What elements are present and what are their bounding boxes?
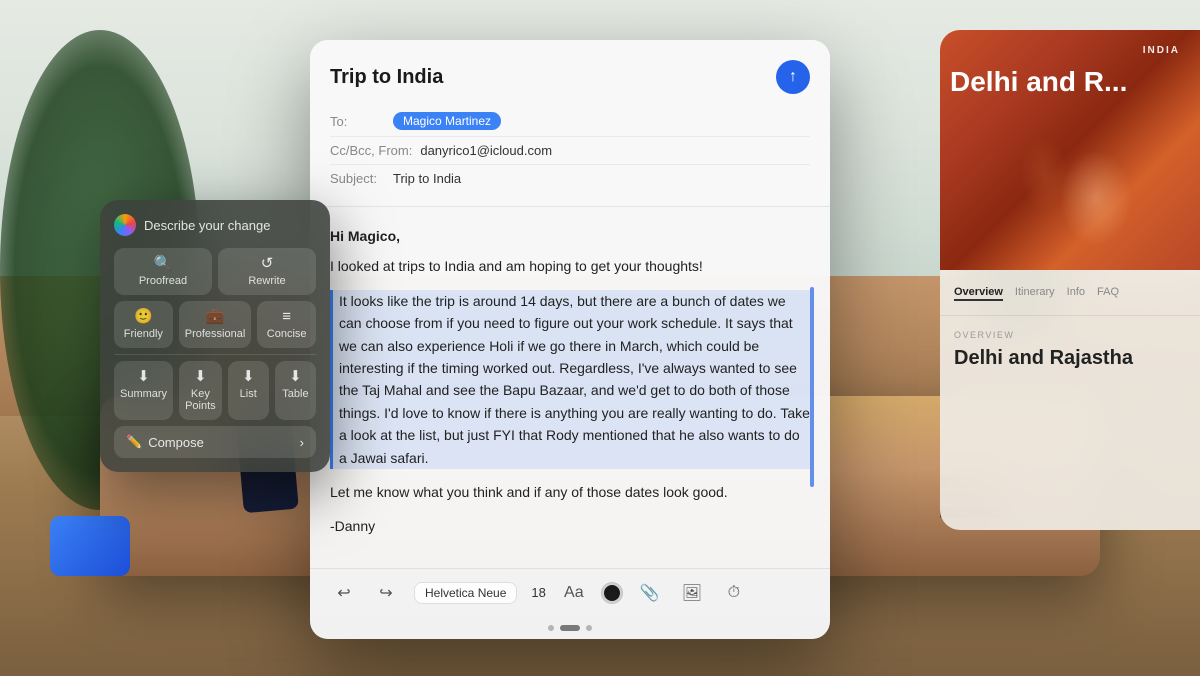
list-label: List [240, 388, 257, 400]
email-highlighted-text: It looks like the trip is around 14 days… [330, 290, 810, 469]
writing-tools-title: Describe your change [144, 218, 270, 233]
writing-tools-panel: Describe your change 🔍 Proofread ↺ Rewri… [100, 200, 330, 472]
wt-row-1: 🔍 Proofread ↺ Rewrite [114, 248, 316, 295]
email-to-label: To: [330, 114, 385, 129]
india-overview-section: OVERVIEW Delhi and Rajastha [940, 316, 1200, 384]
professional-label: Professional [185, 328, 246, 340]
text-selection-handle [810, 287, 814, 487]
summary-label: Summary [120, 388, 167, 400]
proofread-icon: 🔍 [154, 256, 173, 271]
concise-button[interactable]: ≡ Concise [257, 301, 316, 348]
proofread-label: Proofread [139, 275, 187, 287]
writing-tools-header: Describe your change [114, 214, 316, 236]
wt-row-3: ⬇ Summary ⬇ Key Points ⬇ List ⬇ Table [114, 361, 316, 420]
india-nav-info[interactable]: Info [1067, 284, 1085, 301]
sparkle-icon [114, 214, 136, 236]
send-icon: ↑ [789, 68, 797, 86]
email-recipient-chip[interactable]: Magico Martinez [393, 112, 501, 130]
font-selector[interactable]: Helvetica Neue [414, 582, 517, 604]
friendly-icon: 🙂 [134, 309, 153, 324]
email-from-value: danyrico1@icloud.com [420, 143, 552, 158]
email-greeting: Hi Magico, [330, 225, 810, 247]
email-subject-value: Trip to India [393, 171, 461, 186]
page-dot-2 [560, 625, 580, 631]
email-header: Trip to India ↑ To: Magico Martinez Cc/B… [310, 40, 830, 207]
email-title: Trip to India [330, 66, 443, 89]
rewrite-label: Rewrite [248, 275, 285, 287]
page-indicator [310, 617, 830, 639]
email-signature: -Danny [330, 515, 810, 537]
undo-button[interactable]: ↩ [330, 579, 358, 607]
photo-icon: 🖼 [682, 583, 702, 603]
table-icon: ⬇ [289, 369, 302, 384]
compose-pencil-icon: ✏️ [126, 434, 142, 450]
page-dot-3 [586, 625, 592, 631]
format-button[interactable]: Aa [560, 579, 588, 607]
keypoints-icon: ⬇ [194, 369, 207, 384]
rewrite-button[interactable]: ↺ Rewrite [218, 248, 316, 295]
keypoints-button[interactable]: ⬇ Key Points [179, 361, 222, 420]
email-compose-window: Trip to India ↑ To: Magico Martinez Cc/B… [310, 40, 830, 639]
compose-chevron-icon: › [300, 435, 304, 450]
list-icon: ⬇ [242, 369, 255, 384]
table-label: Table [282, 388, 308, 400]
color-picker-button[interactable] [602, 583, 622, 603]
india-nav-itinerary[interactable]: Itinerary [1015, 284, 1055, 301]
india-nav-overview[interactable]: Overview [954, 284, 1003, 301]
email-intro: I looked at trips to India and am hoping… [330, 255, 810, 277]
professional-icon: 💼 [206, 309, 225, 324]
email-ccbcc-field: Cc/Bcc, From: danyrico1@icloud.com [330, 137, 810, 165]
font-size-selector[interactable]: 18 [531, 585, 545, 600]
attach-icon: 📎 [640, 583, 660, 603]
list-button[interactable]: ⬇ List [228, 361, 269, 420]
timer-button[interactable]: ⏱ [720, 579, 748, 607]
india-country-label: INDIA [1143, 45, 1180, 56]
email-subject-label: Subject: [330, 171, 385, 186]
photo-button[interactable]: 🖼 [678, 579, 706, 607]
professional-button[interactable]: 💼 Professional [179, 301, 252, 348]
concise-label: Concise [267, 328, 307, 340]
compose-btn-left: ✏️ Compose [126, 434, 204, 450]
email-subject-field: Subject: Trip to India [330, 165, 810, 192]
redo-icon: ↪ [379, 583, 392, 603]
blue-cushion [50, 516, 130, 576]
india-nav-bar: Overview Itinerary Info FAQ [940, 270, 1200, 316]
email-to-field: To: Magico Martinez [330, 106, 810, 137]
page-dot-1 [548, 625, 554, 631]
send-button[interactable]: ↑ [776, 60, 810, 94]
concise-icon: ≡ [282, 309, 291, 324]
india-panel-title: Delhi and R... [950, 65, 1190, 99]
summary-button[interactable]: ⬇ Summary [114, 361, 173, 420]
india-overview-label: OVERVIEW [954, 330, 1186, 340]
email-body[interactable]: Hi Magico, I looked at trips to India an… [310, 207, 830, 568]
compose-label: Compose [148, 435, 204, 450]
format-aa-icon: Aa [564, 584, 584, 602]
india-panel: INDIA Delhi and R... Overview Itinerary … [940, 30, 1200, 530]
india-nav-faq[interactable]: FAQ [1097, 284, 1119, 301]
email-toolbar: ↩ ↪ Helvetica Neue 18 Aa 📎 🖼 ⏱ [310, 568, 830, 617]
table-button[interactable]: ⬇ Table [275, 361, 316, 420]
proofread-button[interactable]: 🔍 Proofread [114, 248, 212, 295]
friendly-button[interactable]: 🙂 Friendly [114, 301, 173, 348]
summary-icon: ⬇ [137, 369, 150, 384]
india-overview-title: Delhi and Rajastha [954, 346, 1186, 370]
wt-row-2: 🙂 Friendly 💼 Professional ≡ Concise [114, 301, 316, 348]
rewrite-icon: ↺ [261, 256, 274, 271]
keypoints-label: Key Points [185, 388, 216, 412]
email-selected-text: It looks like the trip is around 14 days… [330, 290, 810, 469]
redo-button[interactable]: ↪ [372, 579, 400, 607]
timer-icon: ⏱ [728, 584, 740, 602]
wt-divider [114, 354, 316, 355]
email-closing: Let me know what you think and if any of… [330, 481, 810, 503]
compose-button[interactable]: ✏️ Compose › [114, 426, 316, 458]
email-ccbcc-label: Cc/Bcc, From: [330, 143, 412, 158]
india-hero-image: INDIA Delhi and R... [940, 30, 1200, 270]
attach-button[interactable]: 📎 [636, 579, 664, 607]
undo-icon: ↩ [337, 583, 350, 603]
friendly-label: Friendly [124, 328, 163, 340]
email-header-top: Trip to India ↑ [330, 60, 810, 94]
